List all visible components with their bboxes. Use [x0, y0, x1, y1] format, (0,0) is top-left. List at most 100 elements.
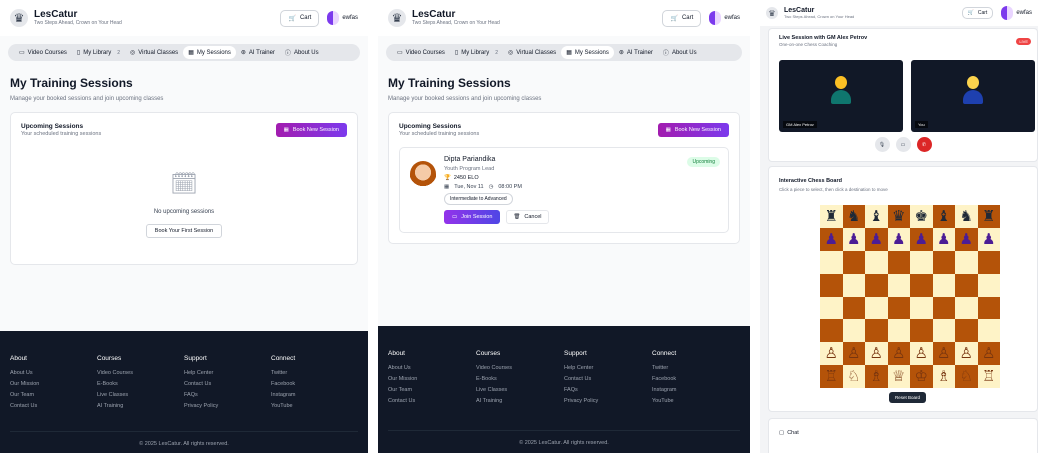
- board-square[interactable]: [887, 296, 910, 320]
- chess-piece[interactable]: ♞: [847, 209, 860, 224]
- tab-about-us[interactable]: ⓘ About Us: [658, 45, 702, 60]
- tab-my-library[interactable]: ▯ My Library 2: [450, 46, 503, 59]
- footer-link[interactable]: Instagram: [652, 387, 740, 393]
- board-square[interactable]: ♟: [932, 227, 955, 251]
- board-square[interactable]: ♙: [887, 342, 910, 366]
- chess-piece[interactable]: ♘: [847, 369, 860, 384]
- footer-link[interactable]: About Us: [388, 365, 476, 371]
- board-square[interactable]: [910, 250, 933, 274]
- board-square[interactable]: [842, 250, 865, 274]
- chess-piece[interactable]: ♙: [825, 346, 838, 361]
- board-square[interactable]: [977, 319, 1000, 343]
- board-square[interactable]: ♟: [842, 227, 865, 251]
- footer-link[interactable]: Facebook: [652, 376, 740, 382]
- board-square[interactable]: [865, 296, 888, 320]
- board-square[interactable]: [932, 296, 955, 320]
- board-square[interactable]: [820, 296, 843, 320]
- board-square[interactable]: ♜: [977, 205, 1000, 228]
- chess-piece[interactable]: ♟: [825, 232, 838, 247]
- chess-piece[interactable]: ♛: [892, 209, 905, 224]
- chess-piece[interactable]: ♖: [982, 369, 995, 384]
- board-square[interactable]: ♟: [887, 227, 910, 251]
- chess-piece[interactable]: ♚: [915, 209, 928, 224]
- footer-link[interactable]: FAQs: [184, 392, 271, 398]
- chess-piece[interactable]: ♟: [937, 232, 950, 247]
- board-square[interactable]: ♔: [910, 365, 933, 388]
- board-square[interactable]: ♝: [865, 205, 888, 228]
- footer-link[interactable]: Facebook: [271, 381, 358, 387]
- join-session-button[interactable]: ▭ Join Session: [444, 210, 501, 224]
- chess-piece[interactable]: ♙: [915, 346, 928, 361]
- chess-piece[interactable]: ♝: [937, 209, 950, 224]
- chess-piece[interactable]: ♗: [937, 369, 950, 384]
- board-square[interactable]: ♖: [977, 365, 1000, 388]
- board-square[interactable]: [865, 250, 888, 274]
- board-square[interactable]: [865, 319, 888, 343]
- tab-video-courses[interactable]: ▭ Video Courses: [392, 46, 450, 59]
- board-square[interactable]: [820, 250, 843, 274]
- footer-link[interactable]: Privacy Policy: [564, 398, 652, 404]
- chess-piece[interactable]: ♖: [825, 369, 838, 384]
- chess-piece[interactable]: ♞: [960, 209, 973, 224]
- board-square[interactable]: ♛: [887, 205, 910, 228]
- footer-link[interactable]: Contact Us: [388, 398, 476, 404]
- board-square[interactable]: [955, 250, 978, 274]
- board-square[interactable]: ♟: [865, 227, 888, 251]
- chess-piece[interactable]: ♘: [960, 369, 973, 384]
- chess-piece[interactable]: ♗: [870, 369, 883, 384]
- chess-piece[interactable]: ♟: [847, 232, 860, 247]
- chess-piece[interactable]: ♜: [825, 209, 838, 224]
- footer-link[interactable]: FAQs: [564, 387, 652, 393]
- board-square[interactable]: [887, 319, 910, 343]
- board-square[interactable]: ♕: [887, 365, 910, 388]
- tab-virtual-classes[interactable]: ◎ Virtual Classes: [125, 46, 183, 59]
- book-new-session-button[interactable]: ▦ Book New Session: [275, 123, 347, 137]
- board-square[interactable]: [977, 250, 1000, 274]
- board-square[interactable]: ♟: [977, 227, 1000, 251]
- chess-piece[interactable]: ♙: [982, 346, 995, 361]
- book-new-session-button[interactable]: ▦ Book New Session: [657, 123, 729, 137]
- end-call-icon[interactable]: ✆: [916, 137, 932, 152]
- tab-my-sessions[interactable]: ▦ My Sessions: [183, 46, 236, 59]
- footer-link[interactable]: YouTube: [652, 398, 740, 404]
- footer-link[interactable]: Our Mission: [10, 381, 97, 387]
- cart-button[interactable]: 🛒 Cart: [662, 9, 702, 27]
- footer-link[interactable]: AI Training: [476, 398, 564, 404]
- board-square[interactable]: ♙: [820, 342, 843, 366]
- footer-link[interactable]: Live Classes: [97, 392, 184, 398]
- chess-piece[interactable]: ♟: [892, 232, 905, 247]
- board-square[interactable]: ♙: [932, 342, 955, 366]
- chess-piece[interactable]: ♟: [960, 232, 973, 247]
- footer-link[interactable]: Live Classes: [476, 387, 564, 393]
- board-square[interactable]: ♟: [955, 227, 978, 251]
- user-menu[interactable]: ewfas: [1001, 6, 1032, 20]
- chess-piece[interactable]: ♙: [892, 346, 905, 361]
- footer-link[interactable]: Privacy Policy: [184, 403, 271, 409]
- board-square[interactable]: ♟: [820, 227, 843, 251]
- footer-link[interactable]: Video Courses: [476, 365, 564, 371]
- tab-about-us[interactable]: ⓘ About Us: [280, 45, 324, 60]
- board-square[interactable]: ♝: [932, 205, 955, 228]
- board-square[interactable]: [910, 273, 933, 297]
- chess-board[interactable]: ♜ ♞ ♝ ♛ ♚ ♝ ♞ ♜ ♟ ♟ ♟ ♟ ♟ ♟ ♟ ♟ ♙ ♙ ♙ ♙ ♙ ♙ ♙ ♙ ♖ ♘ ♗ ♕ ♔ ♗ ♘ ♖: [820, 205, 1000, 388]
- board-square[interactable]: [955, 273, 978, 297]
- footer-link[interactable]: Video Courses: [97, 370, 184, 376]
- tab-ai-trainer[interactable]: ⊛ AI Trainer: [614, 46, 658, 59]
- chess-piece[interactable]: ♙: [937, 346, 950, 361]
- mic-icon[interactable]: 🎙: [874, 137, 890, 152]
- board-square[interactable]: ♜: [820, 205, 843, 228]
- chess-piece[interactable]: ♔: [915, 369, 928, 384]
- user-menu[interactable]: ewfas: [709, 11, 740, 25]
- board-square[interactable]: ♘: [842, 365, 865, 388]
- reset-board-button[interactable]: Reset Board: [889, 392, 927, 403]
- board-square[interactable]: [842, 296, 865, 320]
- footer-link[interactable]: Help Center: [564, 365, 652, 371]
- chess-piece[interactable]: ♜: [982, 209, 995, 224]
- footer-link[interactable]: Contact Us: [10, 403, 97, 409]
- cancel-session-button[interactable]: 🗑 Cancel: [506, 210, 549, 224]
- board-square[interactable]: ♙: [865, 342, 888, 366]
- footer-link[interactable]: Our Mission: [388, 376, 476, 382]
- chess-piece[interactable]: ♟: [870, 232, 883, 247]
- footer-link[interactable]: Instagram: [271, 392, 358, 398]
- board-square[interactable]: [842, 319, 865, 343]
